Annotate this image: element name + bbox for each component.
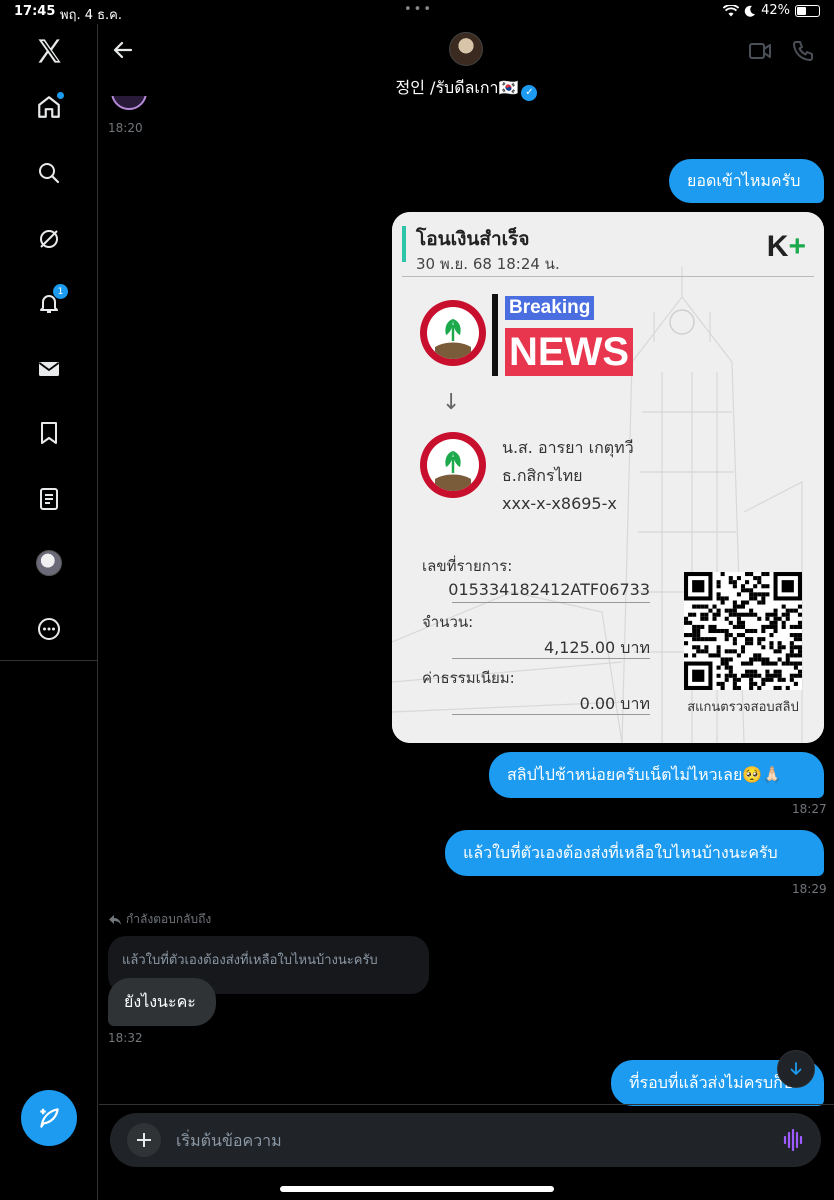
recipient-name: น.ส. อารยา เกตุทวี: [502, 438, 634, 457]
home-icon[interactable]: [30, 88, 68, 126]
contact-name-row[interactable]: 정인 /รับดีลเกา🇰🇷 ✓: [99, 74, 834, 101]
battery-icon: [795, 4, 820, 17]
status-time: 17:45: [14, 4, 56, 19]
slip-divider: [402, 276, 814, 277]
attach-button[interactable]: [127, 1123, 161, 1157]
arrow-down-icon: [790, 1062, 802, 1075]
more-icon[interactable]: [30, 610, 68, 648]
kplus-k: K: [766, 230, 789, 263]
voice-wave-icon: [783, 1128, 803, 1152]
message-timestamp: 18:27: [792, 802, 827, 816]
sidebar-divider: [0, 660, 98, 661]
breaking-sticker: Breaking: [505, 296, 595, 320]
incoming-message[interactable]: ยังไงนะคะ: [108, 978, 216, 1026]
wifi-icon: [723, 4, 740, 16]
transfer-slip-image[interactable]: โอนเงินสำเร็จ 30 พ.ย. 68 18:24 น. K+ Bre…: [392, 212, 824, 743]
profile-avatar[interactable]: [30, 544, 68, 582]
slip-title-accent: [402, 226, 406, 262]
multitask-dots-icon[interactable]: •••: [404, 2, 433, 17]
reference-underline: [452, 602, 650, 603]
outgoing-message[interactable]: ยอดเข้าไหมครับ: [669, 159, 824, 203]
news-sticker: NEWS: [505, 328, 633, 376]
outgoing-message[interactable]: สลิปไปช้าหน่อยครับเน็ตไม่ไหวเลย🥺🙏🏻: [489, 752, 824, 798]
search-icon[interactable]: [30, 154, 68, 192]
message-composer: [110, 1113, 821, 1167]
reference-value: 015334182412ATF06733: [448, 580, 650, 599]
notifications-icon[interactable]: 1: [30, 284, 68, 322]
amount-label: จำนวน:: [422, 613, 474, 631]
kplus-plus: +: [788, 230, 806, 263]
sender-bank-logo: [420, 300, 486, 366]
message-timestamp: 18:20: [108, 121, 143, 135]
home-indicator[interactable]: [280, 1186, 554, 1192]
x-logo-icon[interactable]: [30, 32, 68, 70]
plus-icon: [137, 1133, 151, 1147]
message-timestamp: 18:32: [108, 1031, 143, 1045]
video-call-button[interactable]: [748, 40, 772, 66]
amount-underline: [452, 658, 650, 659]
composer-separator: [99, 1104, 834, 1105]
fee-underline: [452, 714, 650, 715]
reference-label: เลขที่รายการ:: [422, 557, 513, 575]
messages-icon[interactable]: [30, 350, 68, 388]
video-camera-icon: [749, 43, 771, 59]
recipient-bank: ธ.กสิกรไทย: [502, 466, 583, 485]
transfer-arrow-icon: ↓: [442, 390, 461, 415]
recipient-bank-logo: [420, 432, 486, 498]
back-button[interactable]: [111, 38, 135, 66]
message-input[interactable]: [176, 1121, 756, 1159]
recipient-account: xxx-x-x8695-x: [502, 494, 617, 513]
fee-label: ค่าธรรมเนียม:: [422, 669, 515, 687]
compose-post-icon: [40, 1108, 59, 1128]
bookmarks-icon[interactable]: [30, 414, 68, 452]
scroll-to-bottom-button[interactable]: [777, 1050, 815, 1088]
verified-badge-icon: ✓: [521, 85, 538, 101]
moon-icon: [744, 5, 756, 17]
audio-call-button[interactable]: [792, 40, 814, 66]
slip-title: โอนเงินสำเร็จ: [416, 228, 530, 250]
compose-post-button[interactable]: [21, 1090, 77, 1146]
conversation-header: 정인 /รับดีลเกา🇰🇷 ✓: [99, 24, 834, 104]
phone-icon: [793, 41, 813, 61]
back-arrow-icon: [113, 41, 133, 59]
qr-code: [684, 572, 802, 690]
status-bar: 17:45 พฤ. 4 ธ.ค. ••• 42%: [0, 0, 834, 24]
reply-arrow-icon: [109, 914, 121, 925]
previous-sticker[interactable]: [108, 96, 150, 114]
message-timestamp: 18:29: [792, 882, 827, 896]
outgoing-message[interactable]: แล้วใบที่ตัวเองต้องส่งที่เหลือใบไหนบ้างน…: [445, 830, 824, 876]
reply-context: กำลังตอบกลับถึง: [108, 910, 211, 929]
notifications-badge: 1: [53, 284, 68, 299]
status-date: พฤ. 4 ธ.ค.: [60, 8, 123, 23]
battery-percent: 42%: [761, 3, 790, 18]
kplus-logo: K+: [767, 230, 806, 264]
reply-label: กำลังตอบกลับถึง: [126, 912, 212, 926]
lists-icon[interactable]: [30, 480, 68, 518]
sidebar: 1: [0, 24, 98, 1200]
slip-date: 30 พ.ย. 68 18:24 น.: [416, 255, 560, 273]
contact-avatar[interactable]: [449, 32, 483, 66]
grok-icon[interactable]: [30, 220, 68, 258]
voice-message-button[interactable]: [783, 1128, 803, 1155]
contact-name: 정인 /รับดีลเกา🇰🇷: [395, 78, 519, 97]
qr-caption: สแกนตรวจสอบสลิป: [687, 700, 799, 715]
home-unread-dot: [57, 92, 64, 99]
news-sticker-bar: [492, 294, 498, 376]
